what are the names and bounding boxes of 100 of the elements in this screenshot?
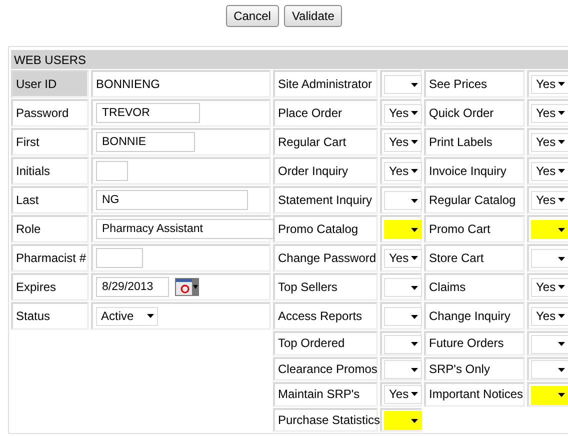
dropdown[interactable]: Yes (531, 190, 568, 210)
field-value: BONNIENG (96, 77, 160, 91)
field-label: Pharmacist # (11, 244, 89, 272)
caret-icon (411, 418, 418, 422)
permission-label: Print Labels (424, 128, 525, 156)
input-field[interactable]: BONNIE (96, 132, 195, 152)
dropdown-value: Yes (536, 280, 556, 294)
permission-label: Promo Cart (424, 215, 525, 243)
permission-label: SRP's Only (424, 356, 525, 381)
permission-label: Access Reports (273, 302, 378, 330)
caret-icon (558, 256, 565, 261)
input-field[interactable] (96, 161, 128, 181)
dropdown[interactable]: Yes (384, 384, 422, 404)
permission-label: Change Password (273, 244, 378, 272)
dropdown[interactable]: Yes (531, 306, 568, 326)
permission-label: Site Administrator (273, 70, 378, 98)
field-label: Password (11, 99, 89, 127)
caret-icon (558, 342, 565, 346)
dropdown[interactable] (384, 75, 422, 94)
caret-icon (558, 140, 565, 144)
dropdown[interactable]: Yes (384, 104, 422, 122)
dropdown[interactable] (384, 278, 422, 298)
caret-icon (411, 256, 418, 260)
dropdown[interactable] (531, 249, 568, 268)
dropdown[interactable]: Yes (531, 74, 568, 94)
permission-label: Maintain SRP's (273, 382, 378, 406)
caret-icon (411, 169, 418, 173)
dropdown[interactable] (384, 334, 422, 354)
caret-icon (147, 314, 154, 318)
dropdown[interactable]: Yes (384, 132, 422, 152)
caret-icon (411, 368, 418, 372)
dropdown-value: Yes (536, 106, 556, 120)
permission-label: Statement Inquiry (273, 186, 378, 214)
dropdown[interactable]: Yes (531, 132, 568, 152)
caret-icon (411, 140, 418, 144)
caret-icon (558, 111, 565, 115)
section-header: WEB USERS (11, 50, 568, 69)
permission-label: Claims (424, 273, 525, 301)
permission-label: Purchase Statistics (273, 408, 378, 432)
dropdown[interactable] (384, 307, 422, 326)
dropdown[interactable] (384, 191, 422, 210)
permission-label: Invoice Inquiry (424, 157, 525, 185)
caret-icon (558, 82, 565, 86)
dropdown[interactable]: Yes (384, 248, 422, 268)
permission-label: Important Notices (424, 382, 525, 406)
input-field[interactable]: TREVOR (96, 103, 200, 123)
calendar-icon[interactable] (175, 278, 199, 296)
caret-icon (411, 342, 418, 346)
permission-label: Promo Catalog (273, 215, 378, 243)
field-label: Status (11, 302, 89, 330)
dropdown-value: Yes (389, 164, 409, 178)
caret-icon (411, 198, 418, 203)
dropdown-value: Yes (536, 77, 556, 91)
dropdown[interactable]: Active (96, 306, 158, 326)
caret-icon (558, 285, 565, 289)
dropdown-value: Active (101, 309, 134, 323)
input-field[interactable] (96, 248, 143, 268)
permission-label: Regular Cart (273, 128, 378, 156)
dropdown[interactable]: Yes (531, 278, 568, 296)
permission-label: Future Orders (424, 331, 525, 356)
field-label: Last (11, 186, 89, 214)
field-label: Role (11, 215, 89, 243)
caret-icon (411, 314, 418, 319)
caret-icon (411, 392, 418, 396)
field-label: First (11, 128, 89, 156)
caret-icon (411, 228, 418, 232)
permission-label: Regular Catalog (424, 186, 525, 214)
caret-icon (558, 393, 565, 397)
dropdown-value: Yes (536, 193, 556, 207)
dropdown-value: Yes (389, 251, 409, 265)
permission-label: Store Cart (424, 244, 525, 272)
caret-icon (558, 198, 565, 202)
dropdown[interactable]: Yes (531, 104, 568, 122)
permission-label: Quick Order (424, 99, 525, 127)
caret-icon (558, 228, 565, 232)
form-button[interactable]: Cancel (226, 5, 279, 27)
dropdown[interactable]: Yes (384, 162, 422, 180)
permission-label: Order Inquiry (273, 157, 378, 185)
dropdown-value: Yes (389, 135, 409, 149)
dropdown-value: Yes (389, 387, 409, 402)
permission-label: Top Sellers (273, 273, 378, 301)
dropdown[interactable] (384, 360, 422, 379)
permission-label: See Prices (424, 70, 525, 98)
dropdown-value: Yes (536, 309, 556, 323)
form-button[interactable]: Validate (284, 5, 342, 27)
dropdown[interactable] (531, 360, 568, 379)
input-field[interactable]: NG (96, 190, 248, 210)
dropdown-value: Yes (536, 164, 556, 178)
permission-label: Clearance Promos (273, 356, 378, 381)
field-label: Expires (11, 273, 89, 301)
dropdown[interactable] (531, 334, 568, 354)
date-field[interactable]: 8/29/2013 (96, 277, 169, 297)
dropdown[interactable]: Yes (531, 162, 568, 180)
input-field[interactable]: Pharmacy Assistant (96, 219, 274, 239)
field-label: Initials (11, 157, 89, 185)
dropdown-value: Yes (536, 135, 556, 149)
permission-label: Change Inquiry (424, 302, 525, 330)
caret-icon (411, 82, 418, 87)
permission-label: Top Ordered (273, 331, 378, 356)
dropdown-value: Yes (389, 106, 409, 120)
